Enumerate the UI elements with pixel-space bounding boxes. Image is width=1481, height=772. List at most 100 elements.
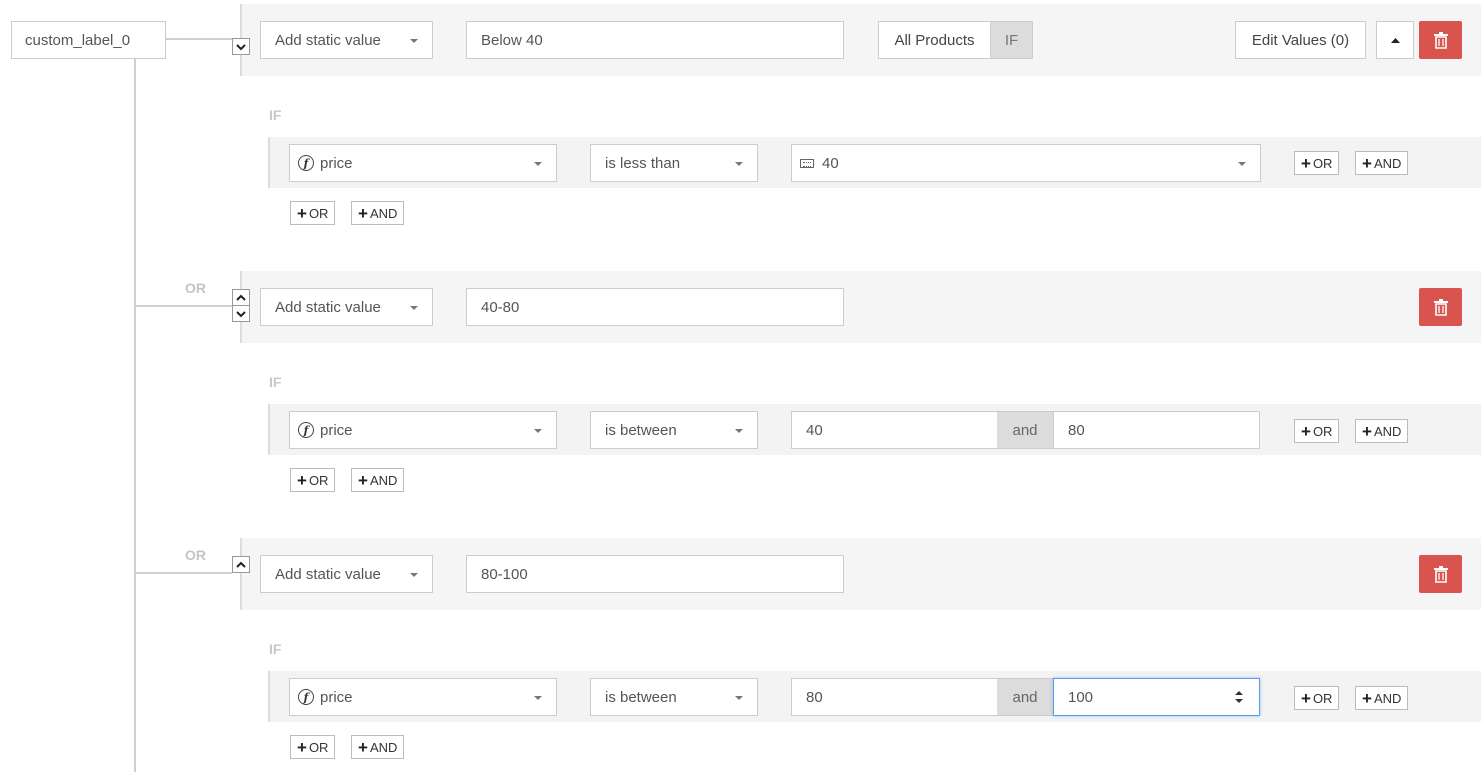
value-text: 40-80 [481,298,520,316]
add-and-label: AND [1373,690,1402,706]
add-or-label: OR [1312,155,1333,171]
root-node[interactable]: custom_label_0 [11,21,166,59]
add-and-group-button[interactable]: + AND [351,468,405,492]
keyboard-icon [800,158,814,168]
if-heading: IF [269,641,282,657]
tree-branch-1 [166,38,232,40]
or-connector-2: OR [185,547,206,563]
caret-down-icon [410,39,418,43]
if-heading: IF [269,107,282,123]
delete-rule-button[interactable] [1419,288,1462,326]
delete-rule-button[interactable] [1419,555,1462,593]
and-separator: and [997,411,1053,449]
value-type-select[interactable]: Add static value [260,288,433,326]
or-connector-1: OR [185,280,206,296]
add-or-group-button[interactable]: + OR [290,468,336,492]
caret-down-icon [534,429,542,433]
add-or-condition-button[interactable]: + OR [1294,686,1340,710]
add-or-label: OR [1312,690,1333,706]
plus-icon: + [358,737,368,757]
chevron-up-icon [236,561,246,568]
range-to-input[interactable]: 80 [1053,411,1260,449]
value-type-select[interactable]: Add static value [260,21,433,59]
field-select[interactable]: f price [289,678,557,716]
range-to-value: 80 [1068,421,1085,439]
operator-label: is less than [605,154,681,172]
value-text: Below 40 [481,31,543,49]
add-and-label: AND [369,472,398,488]
plus-icon: + [1301,153,1311,173]
add-and-label: AND [1373,155,1402,171]
add-or-group-button[interactable]: + OR [290,735,336,759]
plus-icon: + [1362,421,1372,441]
caret-down-icon [534,696,542,700]
and-label: and [1012,421,1038,439]
number-spinner-icon[interactable] [1233,689,1245,705]
collapse-button[interactable] [1376,21,1414,59]
function-icon: f [298,422,314,438]
move-down-button[interactable] [232,305,250,322]
operator-select[interactable]: is less than [590,144,758,182]
add-and-condition-button[interactable]: + AND [1355,419,1409,443]
add-or-group-button[interactable]: + OR [290,201,336,225]
add-and-condition-button[interactable]: + AND [1355,151,1409,175]
trash-icon [1433,565,1448,583]
value-type-select[interactable]: Add static value [260,555,433,593]
and-label: and [1012,688,1038,706]
caret-down-icon [735,162,743,166]
caret-down-icon [410,573,418,577]
trash-icon [1433,31,1448,49]
field-label: price [320,421,353,439]
add-or-label: OR [1312,423,1333,439]
edit-values-label: Edit Values (0) [1251,31,1350,49]
caret-down-icon [735,429,743,433]
function-icon: f [298,689,314,705]
add-and-label: AND [1373,423,1402,439]
chevron-down-icon [236,43,246,50]
plus-icon: + [297,203,307,223]
value-input[interactable]: 80-100 [466,555,844,593]
plus-icon: + [358,203,368,223]
range-to-input[interactable]: 100 [1053,678,1260,716]
add-or-label: OR [308,205,329,221]
plus-icon: + [1362,688,1372,708]
move-down-button[interactable] [232,38,250,55]
all-products-button[interactable]: All Products [878,21,991,59]
operator-select[interactable]: is between [590,411,758,449]
add-and-label: AND [369,739,398,755]
value-type-label: Add static value [275,565,381,583]
add-or-condition-button[interactable]: + OR [1294,151,1340,175]
field-select[interactable]: f price [289,144,557,182]
add-and-group-button[interactable]: + AND [351,735,405,759]
chevron-up-icon [236,294,246,301]
if-toggle-button[interactable]: IF [990,21,1033,59]
field-label: price [320,688,353,706]
caret-down-icon [1238,162,1246,166]
and-separator: and [997,678,1053,716]
add-and-condition-button[interactable]: + AND [1355,686,1409,710]
value-text: 80-100 [481,565,528,583]
range-from-value: 80 [806,688,823,706]
move-up-button[interactable] [232,289,250,306]
plus-icon: + [1301,421,1311,441]
value-input[interactable]: 40-80 [466,288,844,326]
range-from-input[interactable]: 80 [791,678,998,716]
add-or-condition-button[interactable]: + OR [1294,419,1340,443]
move-up-button[interactable] [232,556,250,573]
tree-branch-2 [134,305,232,307]
operand-select[interactable]: 40 [791,144,1261,182]
caret-up-icon [1390,37,1400,43]
caret-down-icon [410,306,418,310]
range-from-input[interactable]: 40 [791,411,998,449]
function-icon: f [298,155,314,171]
range-from-value: 40 [806,421,823,439]
value-input[interactable]: Below 40 [466,21,844,59]
add-and-label: AND [369,205,398,221]
delete-rule-button[interactable] [1419,21,1462,59]
add-and-group-button[interactable]: + AND [351,201,405,225]
edit-values-button[interactable]: Edit Values (0) [1235,21,1366,59]
operator-select[interactable]: is between [590,678,758,716]
if-heading: IF [269,374,282,390]
field-select[interactable]: f price [289,411,557,449]
trash-icon [1433,298,1448,316]
